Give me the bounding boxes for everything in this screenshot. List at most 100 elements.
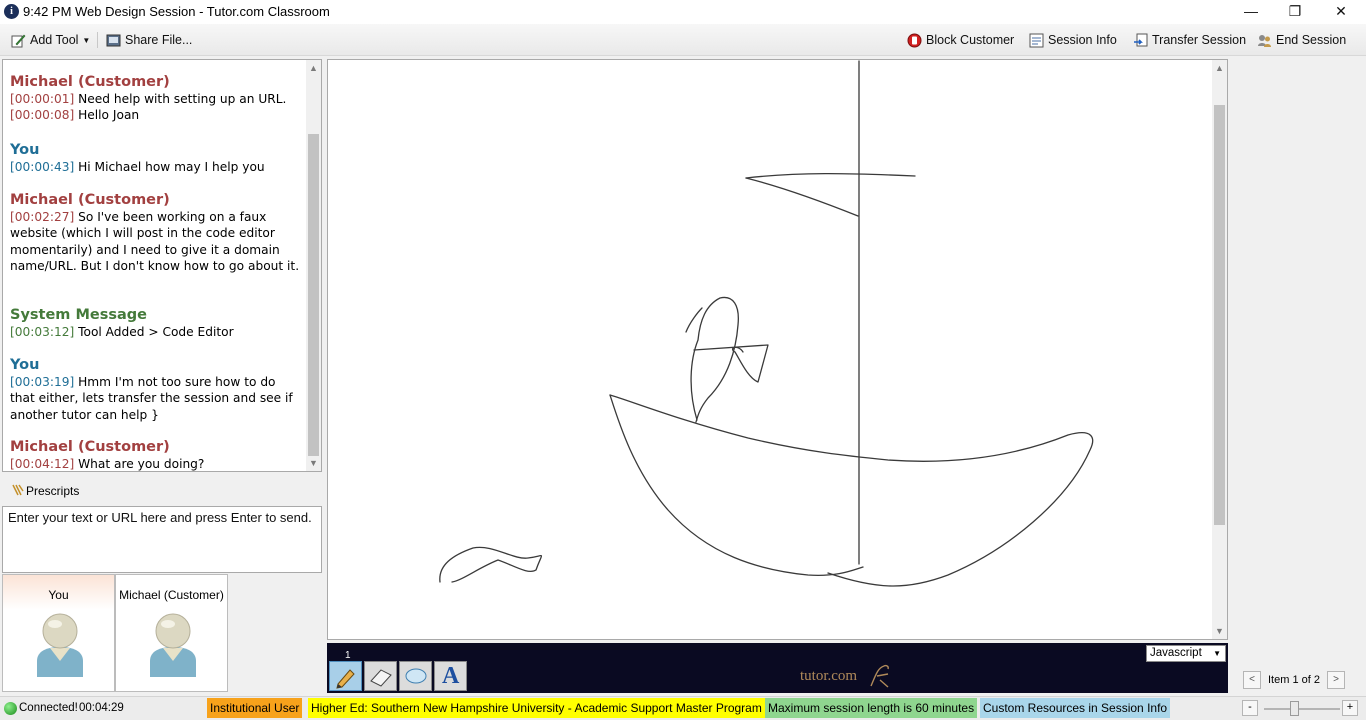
chat-timestamp: [00:00:08] [10,108,75,123]
chat-message: Michael (Customer) [00:00:01] Need help … [10,73,300,124]
eraser-icon [370,669,392,687]
add-tool-label: Add Tool [30,33,79,47]
scroll-down-icon[interactable]: ▼ [306,458,321,468]
chevron-down-icon: ▼ [82,35,91,45]
eraser-tool[interactable] [364,661,397,691]
status-badge: Custom Resources in Session Info [980,698,1171,718]
block-customer-label: Block Customer [926,33,1015,47]
toolbar-divider [97,32,98,48]
close-button[interactable]: ✕ [1318,0,1364,24]
chat-sender: Michael (Customer) [10,192,170,208]
whiteboard-drawing [439,60,1094,587]
chat-timestamp: [00:00:01] [10,92,75,106]
item-label: Item 1 of 2 [1268,674,1320,686]
end-session-button[interactable]: End Session [1257,31,1346,49]
maximize-button[interactable]: ❐ [1272,0,1318,24]
chat-timestamp: [00:02:27] [10,210,75,224]
chat-timestamp: [00:04:12] [10,457,75,471]
chat-input[interactable]: Enter your text or URL here and press En… [2,506,322,573]
language-select[interactable]: Javascript ▼ [1146,645,1226,662]
connected-icon [4,702,17,715]
chat-text: Need help with setting up an URL. [78,92,287,106]
transfer-session-label: Transfer Session [1152,33,1247,47]
status-badge: Maximum session length is 60 minutes [765,698,978,718]
chat-message: System Message [00:03:12] Tool Added > C… [10,306,300,340]
block-customer-button[interactable]: Block Customer [907,31,1014,49]
text-tool-icon: A [442,663,460,689]
chevron-down-icon: ▼ [1213,649,1221,658]
chat-scrollbar[interactable]: ▲ ▼ [306,60,321,471]
chat-sender: You [10,357,40,373]
ellipse-tool[interactable] [399,661,432,691]
session-info-button[interactable]: Session Info [1029,31,1117,49]
avatar-icon [150,613,196,677]
status-bar: Connected! 00:04:29 Institutional User H… [0,696,1366,720]
chat-message: Michael (Customer) [00:02:27] So I've be… [10,191,300,274]
prescripts-icon [11,483,25,497]
chat-message: You [00:03:19] Hmm I'm not too sure how … [10,356,300,423]
info-icon: i [4,4,19,19]
pencil-icon [336,669,355,689]
participant-you[interactable]: You [2,574,115,692]
canvas-scroll-thumb[interactable] [1214,105,1225,525]
chat-timestamp: [00:03:19] [10,375,75,389]
avatar-icon [37,613,83,677]
transfer-session-button[interactable]: Transfer Session [1133,31,1246,49]
session-info-icon [1029,33,1044,48]
prescripts-label: Prescripts [26,484,80,498]
zoom-out-button[interactable]: - [1242,700,1258,716]
chat-timestamp: [00:03:12] [10,325,75,339]
window-title: 9:42 PM Web Design Session - Tutor.com C… [23,4,330,19]
chat-log[interactable]: Michael (Customer) [00:00:01] Need help … [2,59,322,472]
status-badge: Institutional User [207,698,303,718]
pencil-tool[interactable] [329,661,362,691]
chat-message: You [00:00:43] Hi Michael how may I help… [10,141,300,175]
add-tool-button[interactable]: Add Tool ▼ [11,31,90,49]
title-bar: i 9:42 PM Web Design Session - Tutor.com… [0,0,1366,24]
chat-timestamp: [00:00:43] [10,160,75,174]
minimize-button[interactable]: — [1228,0,1274,24]
item-navigator: < Item 1 of 2 > [1243,671,1345,689]
status-badge: Higher Ed: Southern New Hampshire Univer… [308,698,765,718]
brand-text: tutor.com [800,668,858,684]
transfer-icon [1133,33,1148,48]
share-file-icon [106,33,121,48]
toolbar: Add Tool ▼ Share File... Block Customer … [0,24,1366,56]
chat-text: Hi Michael how may I help you [78,160,265,174]
chat-scroll-thumb[interactable] [308,134,319,456]
scroll-up-icon[interactable]: ▲ [306,63,321,73]
zoom-in-button[interactable]: + [1342,700,1358,716]
chat-message: Michael (Customer) [00:04:12] What are y… [10,438,300,471]
end-session-label: End Session [1276,33,1347,47]
pencil-note-icon [11,33,26,48]
block-icon [907,33,922,48]
zoom-slider-thumb[interactable] [1290,701,1299,716]
language-value: Javascript [1150,647,1202,659]
ellipse-icon [405,668,427,684]
scroll-down-icon[interactable]: ▼ [1212,626,1227,636]
connection-status: Connected! [19,702,78,714]
chat-sender: Michael (Customer) [10,74,170,90]
share-file-label: Share File... [125,33,193,47]
chat-sender: System Message [10,307,147,323]
share-file-button[interactable]: Share File... [106,31,192,49]
prescripts-button[interactable]: Prescripts [2,478,322,502]
prev-item-button[interactable]: < [1243,671,1261,689]
page-number: 1 [345,650,351,661]
chat-text: Tool Added > Code Editor [78,325,234,339]
chat-sender: Michael (Customer) [10,439,170,455]
whiteboard-canvas[interactable]: ▲ ▼ [327,59,1228,640]
scroll-up-icon[interactable]: ▲ [1212,63,1227,73]
text-tool[interactable]: A [434,661,467,691]
chat-text: Hello Joan [78,108,140,123]
zoom-slider-track[interactable] [1264,708,1340,710]
canvas-scrollbar[interactable]: ▲ ▼ [1212,60,1227,639]
users-icon [1257,33,1272,48]
chat-sender: You [10,142,40,158]
participant-michael[interactable]: Michael (Customer) [115,574,228,692]
chat-text: What are you doing? [78,457,205,471]
elapsed-time: 00:04:29 [79,702,124,714]
tutor-logo: tutor.com [800,664,889,688]
next-item-button[interactable]: > [1326,671,1345,689]
brand-figure-icon [870,664,889,688]
